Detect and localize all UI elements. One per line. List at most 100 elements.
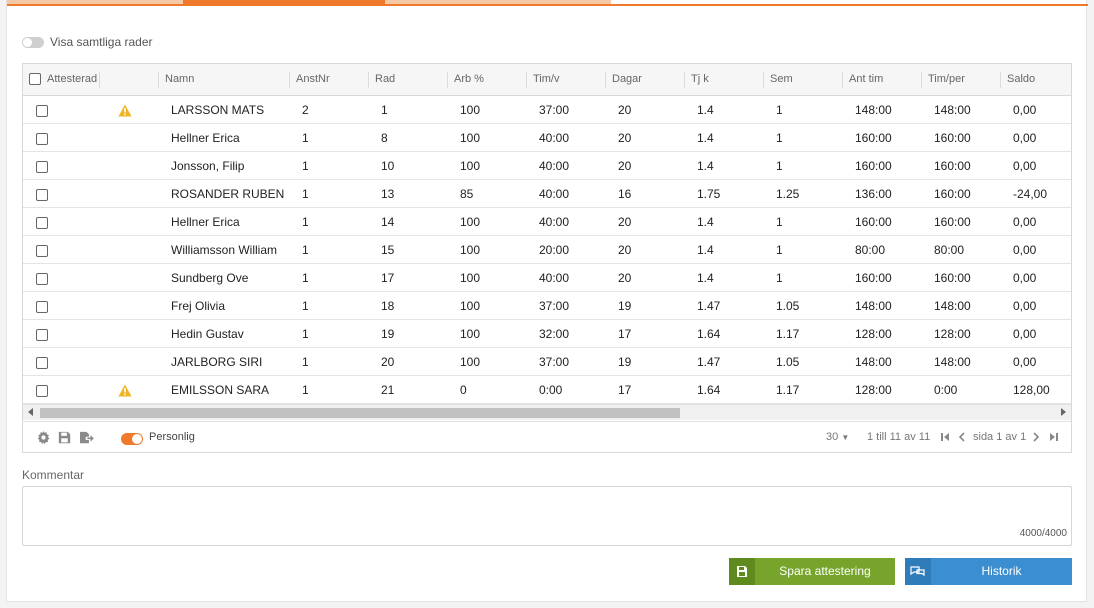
header-anstnr[interactable]: AnstNr	[296, 64, 330, 95]
header-anttim[interactable]: Ant tim	[849, 64, 883, 95]
header-separator	[684, 72, 685, 88]
scroll-left-icon[interactable]	[28, 408, 33, 416]
cell-rad: 20	[381, 355, 395, 369]
row-checkbox[interactable]	[36, 300, 48, 313]
row-checkbox-cell	[36, 348, 48, 376]
cell-saldo: 0,00	[1013, 215, 1037, 229]
row-checkbox[interactable]	[36, 132, 48, 145]
table-row[interactable]: Frej Olivia 1 18 100 37:00 19 1.47 1.05 148:00 14…	[23, 292, 1071, 320]
comment-label: Kommentar	[22, 468, 85, 482]
table-row[interactable]: Hellner Erica 1 14 100 40:00 20 1.4 1 160:00 160:…	[23, 208, 1071, 236]
tab-bar	[7, 0, 1088, 6]
cell-anstnr: 1	[302, 215, 309, 229]
show-all-toggle-row[interactable]: Visa samtliga rader	[22, 34, 153, 50]
gear-icon[interactable]	[37, 431, 50, 444]
cell-timper: 128:00	[934, 327, 971, 341]
personal-label: Personlig	[149, 431, 195, 443]
header-namn[interactable]: Namn	[165, 64, 194, 95]
comment-textarea[interactable]: 4000/4000	[22, 486, 1072, 546]
save-icon[interactable]	[58, 431, 71, 444]
horizontal-scrollbar[interactable]	[23, 404, 1071, 420]
header-timper[interactable]: Tim/per	[928, 64, 965, 95]
show-all-switch[interactable]	[22, 36, 44, 48]
cell-tjk: 1.4	[697, 271, 714, 285]
header-separator	[605, 72, 606, 88]
cell-rad: 15	[381, 243, 395, 257]
row-checkbox[interactable]	[36, 244, 48, 257]
scrollbar-thumb[interactable]	[40, 408, 680, 418]
row-checkbox-cell	[36, 376, 48, 404]
cell-arb: 100	[460, 355, 481, 369]
grid-body: LARSSON MATS 2 1 100 37:00 20 1.4 1 148:00 148:00…	[23, 96, 1071, 404]
header-select-all[interactable]	[29, 64, 41, 95]
cell-rad: 21	[381, 383, 395, 397]
cell-dagar: 20	[618, 131, 632, 145]
cell-name: EMILSSON SARA	[171, 383, 270, 397]
cell-rad: 8	[381, 131, 388, 145]
header-attesterad[interactable]: Attesterad	[47, 64, 97, 95]
table-row[interactable]: Hellner Erica 1 8 100 40:00 20 1.4 1 160:00 160:0…	[23, 124, 1071, 152]
header-saldo[interactable]: Saldo	[1007, 64, 1035, 95]
header-rad[interactable]: Rad	[375, 64, 395, 95]
row-checkbox[interactable]	[36, 328, 48, 341]
cell-timv: 20:00	[539, 243, 570, 257]
header-dagar[interactable]: Dagar	[612, 64, 642, 95]
export-icon[interactable]	[79, 431, 94, 444]
table-row[interactable]: Williamsson William 1 15 100 20:00 20 1.4 1 80:0…	[23, 236, 1071, 264]
cell-arb: 100	[460, 271, 481, 285]
cell-arb: 100	[460, 131, 481, 145]
cell-anttim: 160:00	[855, 131, 892, 145]
row-checkbox-cell	[36, 264, 48, 292]
last-page-icon[interactable]	[1049, 432, 1058, 442]
header-tjk[interactable]: Tj k	[691, 64, 709, 95]
header-arb[interactable]: Arb %	[454, 64, 484, 95]
cell-tjk: 1.64	[697, 383, 721, 397]
table-row[interactable]: ROSANDER RUBEN 1 13 85 40:00 16 1.75 1.25 136:00…	[23, 180, 1071, 208]
table-row[interactable]: Sundberg Ove 1 17 100 40:00 20 1.4 1 160:00 160:0…	[23, 264, 1071, 292]
table-row[interactable]: Hedin Gustav 1 19 100 32:00 17 1.64 1.17 128:00 1…	[23, 320, 1071, 348]
table-row[interactable]: LARSSON MATS 2 1 100 37:00 20 1.4 1 148:00 148:00…	[23, 96, 1071, 124]
next-page-icon[interactable]	[1033, 432, 1040, 442]
row-checkbox[interactable]	[36, 160, 48, 173]
show-all-label: Visa samtliga rader	[50, 35, 153, 49]
header-timv[interactable]: Tim/v	[533, 64, 559, 95]
cell-timv: 37:00	[539, 299, 570, 313]
save-attest-button[interactable]: Spara attestering	[729, 558, 895, 585]
row-checkbox[interactable]	[36, 216, 48, 229]
cell-saldo: -24,00	[1013, 187, 1048, 201]
main-panel: Visa samtliga rader Attesterad Namn Anst…	[6, 0, 1088, 602]
row-checkbox-cell	[36, 236, 48, 264]
cell-anstnr: 1	[302, 299, 309, 313]
save-icon	[729, 558, 755, 585]
cell-timv: 40:00	[539, 187, 570, 201]
cell-anstnr: 1	[302, 383, 309, 397]
row-checkbox[interactable]	[36, 188, 48, 201]
row-checkbox[interactable]	[36, 384, 48, 397]
cell-dagar: 20	[618, 103, 632, 117]
select-all-checkbox[interactable]	[29, 73, 41, 86]
cell-anstnr: 1	[302, 271, 309, 285]
cell-saldo: 0,00	[1013, 103, 1037, 117]
personal-switch[interactable]	[121, 433, 143, 445]
history-button[interactable]: Historik	[905, 558, 1072, 585]
cell-tjk: 1.4	[697, 215, 714, 229]
header-sem[interactable]: Sem	[770, 64, 793, 95]
row-checkbox[interactable]	[36, 356, 48, 369]
first-page-icon[interactable]	[941, 432, 950, 442]
cell-rad: 13	[381, 187, 395, 201]
cell-arb: 100	[460, 327, 481, 341]
row-checkbox[interactable]	[36, 104, 48, 117]
cell-sem: 1.05	[776, 299, 800, 313]
table-row[interactable]: Jonsson, Filip 1 10 100 40:00 20 1.4 1 160:00 160…	[23, 152, 1071, 180]
table-row[interactable]: EMILSSON SARA 1 21 0 0:00 17 1.64 1.17 128:00 0:0…	[23, 376, 1071, 404]
row-checkbox-cell	[36, 124, 48, 152]
page-size-select[interactable]: 30 ▼	[826, 422, 849, 453]
cell-anstnr: 1	[302, 159, 309, 173]
row-checkbox[interactable]	[36, 272, 48, 285]
scroll-right-icon[interactable]	[1061, 408, 1066, 416]
cell-saldo: 0,00	[1013, 299, 1037, 313]
prev-page-icon[interactable]	[958, 432, 965, 442]
cell-dagar: 20	[618, 215, 632, 229]
table-row[interactable]: JARLBORG SIRI 1 20 100 37:00 19 1.47 1.05 148:00…	[23, 348, 1071, 376]
warning-icon	[118, 104, 132, 117]
